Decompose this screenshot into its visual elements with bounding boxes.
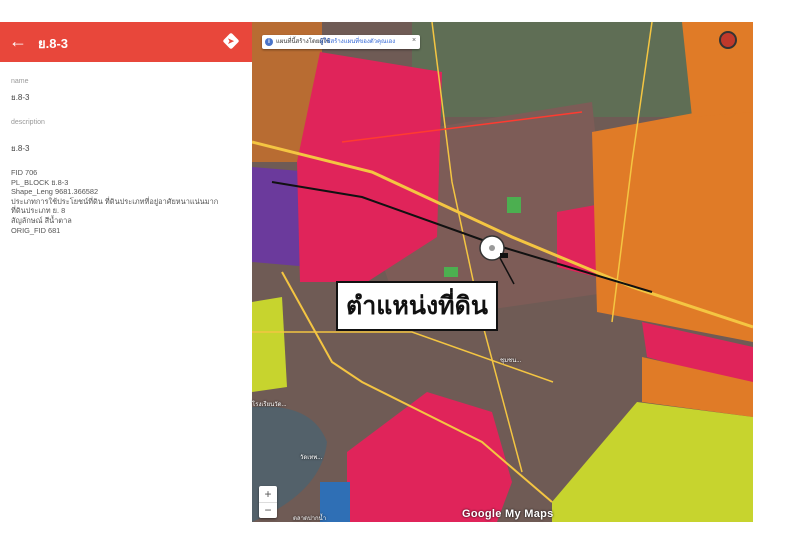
feature-title: ย.8-3 xyxy=(38,36,69,51)
close-icon[interactable]: × xyxy=(412,34,416,48)
attribute-list: FID 706 PL_BLOCK ย.8-3 Shape_Leng 9681.3… xyxy=(11,168,246,235)
notice-link[interactable]: ผู้ใช้สร้างแผนที่ของตัวคุณเอง xyxy=(320,35,395,49)
zoom-in-button[interactable]: + xyxy=(259,486,277,502)
zoom-control: + − xyxy=(259,486,277,518)
attribute-row: FID 706 xyxy=(11,168,38,177)
attribute-row: PL_BLOCK ย.8-3 xyxy=(11,177,69,187)
description-label: description xyxy=(11,119,45,126)
info-icon: i xyxy=(265,38,273,46)
back-button[interactable]: ← xyxy=(8,31,28,51)
attribute-row: สัญลักษณ์ สีน้ำตาล xyxy=(11,215,72,225)
name-value: ย.8-3 xyxy=(11,93,30,102)
attribute-row: ที่ดินประเภท ย. 8 xyxy=(11,206,66,216)
map-place-label: วัดเทพ... xyxy=(300,455,323,461)
map-place-label: โรงเรียนวัด... xyxy=(252,402,287,408)
feature-info-panel: ← ย.8-3 ➤ name ย.8-3 description ย.8-3 F… xyxy=(0,22,252,522)
land-location-callout: ตำแหน่งที่ดิน xyxy=(336,281,498,331)
name-label: name xyxy=(11,78,29,85)
user-map-notice: i แผนที่นี้สร้างโดยผู้ใช้ ผู้ใช้สร้างแผน… xyxy=(262,35,420,49)
directions-button[interactable]: ➤ xyxy=(222,32,240,50)
compass-icon[interactable] xyxy=(719,31,737,49)
attribute-row: ORIG_FID 681 xyxy=(11,225,61,235)
attribute-row: Shape_Leng 9681.366582 xyxy=(11,187,99,197)
zoom-out-button[interactable]: − xyxy=(259,503,277,518)
map-layers xyxy=(252,22,753,522)
map-place-label: ตลาดปากน้ำ xyxy=(293,516,327,522)
attribute-row: ประเภทการใช้ประโยชน์ที่ดิน ที่ดินประเภทท… xyxy=(11,196,219,206)
google-my-maps-logo: Google My Maps xyxy=(462,508,554,520)
panel-header: ← ย.8-3 ➤ xyxy=(0,22,252,62)
arrow-left-icon: ← xyxy=(9,31,27,51)
map-place-label: ชุมชน... xyxy=(500,358,522,364)
description-value: ย.8-3 xyxy=(11,144,30,153)
map-canvas[interactable] xyxy=(252,22,753,522)
